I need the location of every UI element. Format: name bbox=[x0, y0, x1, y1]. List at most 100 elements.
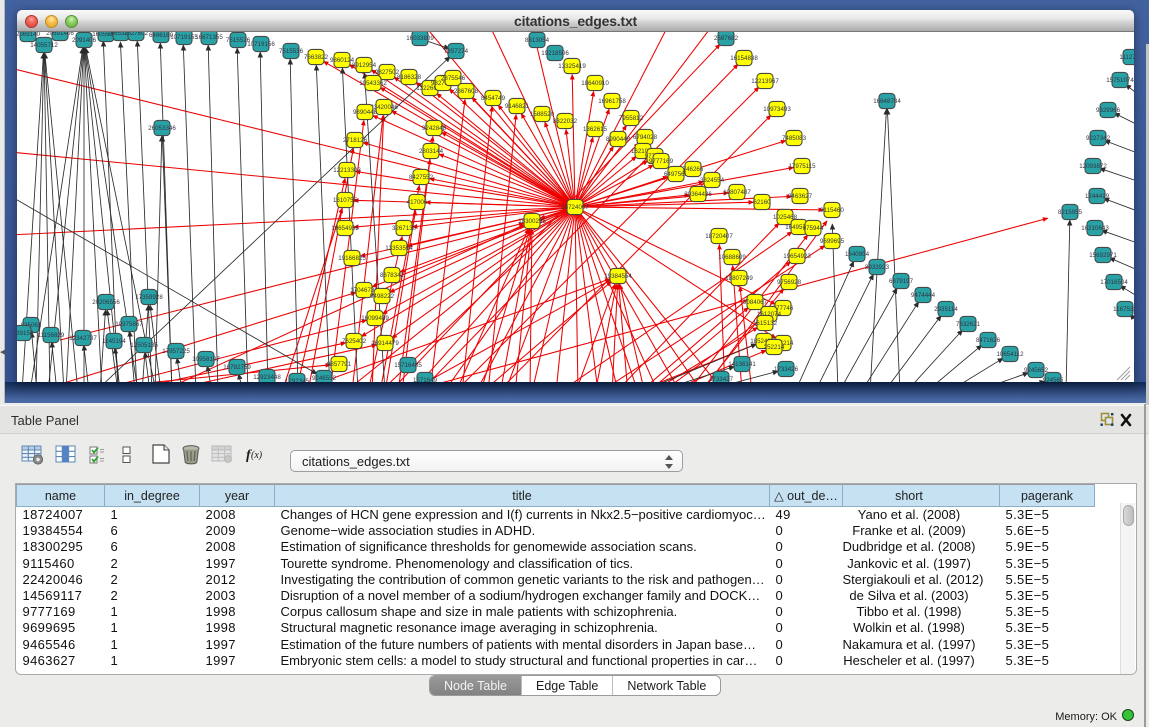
svg-text:16961758: 16961758 bbox=[598, 98, 626, 105]
svg-text:10688609: 10688609 bbox=[718, 254, 746, 261]
svg-text:3824554: 3824554 bbox=[700, 177, 725, 184]
svg-text:17359928: 17359928 bbox=[135, 294, 163, 301]
svg-text:10719156: 10719156 bbox=[247, 41, 275, 48]
svg-text:2867608: 2867608 bbox=[454, 88, 479, 95]
svg-text:1292345: 1292345 bbox=[285, 378, 310, 382]
svg-text:9777169: 9777169 bbox=[649, 158, 674, 165]
svg-text:1362615: 1362615 bbox=[583, 126, 608, 133]
svg-text:18807249: 18807249 bbox=[725, 275, 753, 282]
svg-text:7663822: 7663822 bbox=[304, 54, 329, 61]
svg-text:8215955: 8215955 bbox=[1058, 209, 1083, 216]
svg-text:10654112: 10654112 bbox=[996, 351, 1024, 358]
svg-text:17016504: 17016504 bbox=[1100, 279, 1128, 286]
svg-text:1610755: 1610755 bbox=[333, 197, 358, 204]
svg-text:2875546: 2875546 bbox=[441, 75, 466, 82]
svg-text:19218506: 19218506 bbox=[541, 50, 569, 57]
svg-text:746266: 746266 bbox=[683, 166, 704, 173]
svg-text:9756928: 9756928 bbox=[777, 279, 802, 286]
svg-text:17975115: 17975115 bbox=[788, 163, 816, 170]
svg-text:26053346: 26053346 bbox=[148, 125, 176, 132]
svg-text:7357274: 7357274 bbox=[444, 48, 469, 55]
svg-text:15751074: 15751074 bbox=[1106, 77, 1134, 84]
svg-text:9146821: 9146821 bbox=[505, 103, 530, 110]
svg-text:939154: 939154 bbox=[17, 330, 34, 337]
svg-text:7832621: 7832621 bbox=[956, 321, 981, 328]
svg-text:62160: 62160 bbox=[753, 199, 771, 206]
svg-text:16914479: 16914479 bbox=[371, 340, 399, 347]
svg-text:2935114: 2935114 bbox=[934, 306, 958, 313]
svg-text:8678342: 8678342 bbox=[380, 272, 405, 279]
svg-text:10975867: 10975867 bbox=[115, 321, 143, 328]
svg-text:11156829: 11156829 bbox=[38, 332, 65, 339]
svg-text:9474444: 9474444 bbox=[911, 292, 936, 299]
svg-text:9084067: 9084067 bbox=[743, 299, 768, 306]
svg-text:2091406: 2091406 bbox=[72, 37, 97, 44]
svg-text:20691406: 20691406 bbox=[46, 32, 74, 37]
svg-text:9115460: 9115460 bbox=[820, 207, 844, 214]
svg-text:9498222: 9498222 bbox=[370, 293, 395, 300]
svg-text:15716485: 15716485 bbox=[394, 362, 422, 369]
svg-text:18720407: 18720407 bbox=[705, 233, 733, 240]
svg-text:18300295: 18300295 bbox=[518, 218, 546, 225]
svg-text:12923448: 12923448 bbox=[253, 374, 281, 381]
svg-text:19166825: 19166825 bbox=[338, 255, 366, 262]
svg-text:8912954: 8912954 bbox=[352, 62, 377, 69]
svg-text:20364436: 20364436 bbox=[684, 191, 712, 198]
svg-text:7625402: 7625402 bbox=[342, 338, 367, 345]
svg-text:9246532: 9246532 bbox=[312, 375, 337, 382]
svg-text:13353594: 13353594 bbox=[385, 245, 413, 252]
svg-text:8471626: 8471626 bbox=[976, 337, 1001, 344]
svg-text:9699695: 9699695 bbox=[820, 238, 845, 245]
svg-text:9890448: 9890448 bbox=[353, 109, 378, 116]
svg-text:20206556: 20206556 bbox=[92, 299, 120, 306]
svg-text:10654933: 10654933 bbox=[331, 225, 359, 232]
svg-text:417006: 417006 bbox=[407, 199, 428, 206]
svg-text:1527602: 1527602 bbox=[124, 32, 149, 37]
svg-text:1615132: 1615132 bbox=[753, 320, 778, 327]
svg-text:1145194: 1145194 bbox=[102, 338, 126, 345]
svg-text:1640954: 1640954 bbox=[845, 251, 870, 258]
svg-text:9857791: 9857791 bbox=[327, 361, 352, 368]
svg-text:16782759: 16782759 bbox=[223, 364, 251, 371]
svg-text:16154838: 16154838 bbox=[730, 55, 758, 62]
svg-text:14136141: 14136141 bbox=[728, 361, 756, 368]
svg-text:8322032: 8322032 bbox=[553, 118, 578, 125]
svg-text:18724007: 18724007 bbox=[561, 204, 589, 211]
svg-text:10958107: 10958107 bbox=[192, 356, 220, 363]
svg-text:8933923: 8933923 bbox=[865, 264, 890, 271]
svg-text:2687682: 2687682 bbox=[714, 35, 739, 42]
svg-text:16033809: 16033809 bbox=[406, 35, 434, 42]
svg-text:16648784: 16648784 bbox=[873, 98, 901, 105]
svg-text:9463627: 9463627 bbox=[788, 193, 813, 200]
svg-text:975944: 975944 bbox=[803, 225, 824, 232]
svg-text:8186328: 8186328 bbox=[397, 74, 422, 81]
svg-text:8454749: 8454749 bbox=[481, 95, 506, 102]
svg-text:7485083: 7485083 bbox=[782, 135, 807, 142]
svg-text:2803144: 2803144 bbox=[419, 148, 444, 155]
svg-text:2718126: 2718126 bbox=[343, 137, 368, 144]
svg-text:6794028: 6794028 bbox=[633, 134, 658, 141]
svg-text:1167533: 1167533 bbox=[1113, 306, 1134, 313]
svg-text:12093872: 12093872 bbox=[1079, 163, 1107, 170]
svg-text:9242848: 9242848 bbox=[422, 125, 447, 132]
svg-text:8427552: 8427552 bbox=[409, 174, 434, 181]
svg-text:19654923: 19654923 bbox=[783, 253, 811, 260]
svg-text:7515536: 7515536 bbox=[279, 48, 304, 55]
svg-text:10719155: 10719155 bbox=[170, 34, 198, 41]
svg-text:(x): (x) bbox=[251, 450, 263, 461]
svg-text:13325419: 13325419 bbox=[558, 63, 586, 70]
svg-text:15692971: 15692971 bbox=[1089, 252, 1117, 259]
svg-text:9329966: 9329966 bbox=[1096, 107, 1121, 114]
svg-text:16671355: 16671355 bbox=[195, 34, 223, 41]
svg-text:252214: 252214 bbox=[764, 344, 785, 351]
svg-text:1244419: 1244419 bbox=[1085, 193, 1110, 200]
svg-text:1571649: 1571649 bbox=[413, 377, 438, 382]
svg-text:16099489: 16099489 bbox=[361, 315, 389, 322]
svg-text:8990448: 8990448 bbox=[606, 136, 631, 143]
svg-text:18640910: 18640910 bbox=[581, 80, 609, 87]
svg-text:2069140: 2069140 bbox=[17, 32, 41, 38]
svg-text:10973493: 10973493 bbox=[763, 106, 791, 113]
svg-text:12213303: 12213303 bbox=[333, 167, 361, 174]
svg-text:14055712: 14055712 bbox=[30, 42, 58, 49]
svg-text:1588520: 1588520 bbox=[530, 111, 555, 118]
